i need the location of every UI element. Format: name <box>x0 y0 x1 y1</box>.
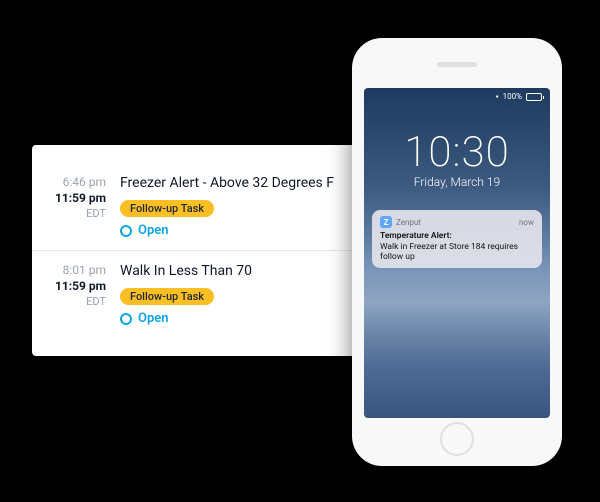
task-created-time: 6:46 pm <box>50 175 106 189</box>
battery-percent: 100% <box>503 92 522 101</box>
notification-app: Z Zenput <box>380 216 421 228</box>
status-bar: ▪ 100% <box>496 92 542 101</box>
notification-body: Walk in Freezer at Store 184 requires fo… <box>380 242 534 262</box>
task-badge: Follow-up Task <box>120 288 214 305</box>
app-icon: Z <box>380 216 392 228</box>
task-due-time: 11:59 pm <box>50 279 106 293</box>
notification-app-name: Zenput <box>396 218 421 227</box>
phone-lock-screen: ▪ 100% 10:30 Friday, March 19 Z Zenput n… <box>364 88 550 418</box>
signal-icon: ▪ <box>496 92 499 101</box>
notification-title: Temperature Alert: <box>380 231 534 241</box>
task-timezone: EDT <box>50 207 106 220</box>
lock-screen-clock: 10:30 Friday, March 19 <box>364 128 550 189</box>
phone-mockup: ▪ 100% 10:30 Friday, March 19 Z Zenput n… <box>352 38 562 466</box>
lock-date: Friday, March 19 <box>364 175 550 189</box>
task-timezone: EDT <box>50 295 106 308</box>
task-due-time: 11:59 pm <box>50 191 106 205</box>
task-created-time: 8:01 pm <box>50 263 106 277</box>
task-badge: Follow-up Task <box>120 200 214 217</box>
battery-icon <box>526 93 542 101</box>
home-button[interactable] <box>440 422 474 456</box>
phone-speaker <box>437 62 477 67</box>
task-status-label: Open <box>138 311 169 326</box>
open-status-icon <box>120 313 132 325</box>
time-column: 6:46 pm 11:59 pm EDT <box>50 175 120 238</box>
notification-card[interactable]: Z Zenput now Temperature Alert: Walk in … <box>372 210 542 268</box>
notification-header: Z Zenput now <box>380 216 534 228</box>
open-status-icon <box>120 225 132 237</box>
notification-time: now <box>519 218 534 227</box>
lock-time: 10:30 <box>364 128 550 177</box>
time-column: 8:01 pm 11:59 pm EDT <box>50 263 120 326</box>
task-status-label: Open <box>138 223 169 238</box>
